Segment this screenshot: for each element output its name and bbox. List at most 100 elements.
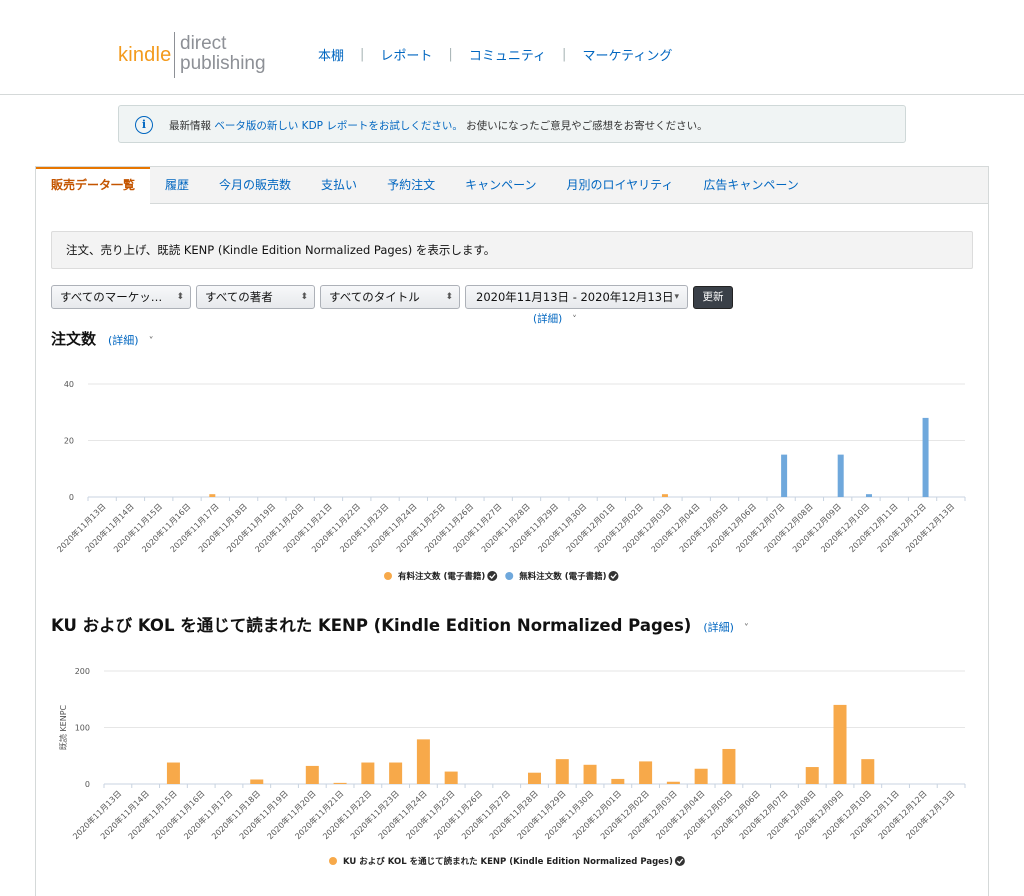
- bar: [444, 771, 458, 784]
- bar: [922, 417, 929, 497]
- x-tick-label: 2020年11月25日: [394, 501, 447, 554]
- x-tick-label: 2020年12月13日: [904, 788, 957, 841]
- bar: [722, 748, 736, 784]
- x-tick-label: 2020年12月13日: [903, 501, 956, 554]
- x-tick-label: 2020年12月12日: [876, 788, 929, 841]
- bar: [837, 454, 844, 497]
- x-tick-label: 2020年12月09日: [790, 501, 843, 554]
- x-tick-label: 2020年12月02日: [598, 788, 651, 841]
- bar: [250, 779, 264, 784]
- x-tick-label: 2020年12月07日: [734, 501, 787, 554]
- bar: [305, 765, 319, 784]
- bar: [833, 704, 847, 784]
- x-tick-label: 2020年11月19日: [237, 788, 290, 841]
- x-tick-label: 2020年12月10日: [819, 501, 872, 554]
- x-tick-label: 2020年11月21日: [293, 788, 346, 841]
- x-tick-label: 2020年12月02日: [592, 501, 645, 554]
- x-tick-label: 2020年12月01日: [570, 788, 623, 841]
- y-tick-label: 40: [64, 380, 74, 389]
- y-tick-label: 200: [75, 667, 90, 676]
- x-tick-label: 2020年12月11日: [848, 788, 901, 841]
- x-tick-label: 2020年11月18日: [209, 788, 262, 841]
- x-tick-label: 2020年11月26日: [432, 788, 485, 841]
- bar: [361, 762, 375, 784]
- x-tick-label: 2020年11月15日: [126, 788, 179, 841]
- x-tick-label: 2020年11月18日: [196, 501, 249, 554]
- y-tick-label: 20: [64, 437, 74, 446]
- x-tick-label: 2020年11月20日: [265, 788, 318, 841]
- x-tick-label: 2020年11月30日: [536, 501, 589, 554]
- x-tick-label: 2020年11月16日: [140, 501, 193, 554]
- bar: [639, 761, 653, 784]
- check-circle-bg: [674, 856, 685, 866]
- x-tick-label: 2020年11月21日: [281, 501, 334, 554]
- x-tick-label: 2020年11月26日: [422, 501, 475, 554]
- legend-swatch: [329, 857, 337, 865]
- legend-item: KU および KOL を通じて読まれた KENP (Kindle Edition…: [329, 856, 685, 867]
- x-tick-label: 2020年12月05日: [681, 788, 734, 841]
- charts-canvas: 020402020年11月13日2020年11月14日2020年11月15日20…: [55, 380, 966, 867]
- x-tick-label: 2020年11月28日: [487, 788, 540, 841]
- bar: [389, 762, 403, 784]
- bar: [555, 759, 569, 784]
- x-tick-label: 2020年11月20日: [253, 501, 306, 554]
- x-tick-label: 2020年11月14日: [83, 501, 136, 554]
- x-tick-label: 2020年11月30日: [543, 788, 596, 841]
- bar: [583, 764, 597, 784]
- bar: [865, 494, 872, 497]
- x-tick-label: 2020年11月14日: [98, 788, 151, 841]
- check-circle-icon: [674, 856, 685, 866]
- x-tick-label: 2020年11月29日: [507, 501, 560, 554]
- x-tick-label: 2020年11月22日: [309, 501, 362, 554]
- x-tick-label: 2020年11月17日: [182, 788, 235, 841]
- kenp-chart: 0 100 200 2020年11月13日2020年11月14日2020年11月15日…: [58, 667, 966, 867]
- x-tick-label: 2020年11月23日: [338, 501, 391, 554]
- x-tick-label: 2020年11月22日: [320, 788, 373, 841]
- legend-label: 有料注文数 (電子書籍): [398, 571, 485, 582]
- x-tick-label: 2020年11月17日: [168, 501, 221, 554]
- x-tick-label: 2020年12月08日: [762, 501, 815, 554]
- x-tick-label: 2020年11月27日: [451, 501, 504, 554]
- check-circle-bg: [608, 571, 619, 581]
- x-tick-label: 2020年12月06日: [709, 788, 762, 841]
- y-tick-label: 0: [85, 780, 90, 789]
- x-tick-label: 2020年11月13日: [70, 788, 123, 841]
- x-tick-label: 2020年12月01日: [564, 501, 617, 554]
- check-circle-icon: [608, 571, 619, 581]
- x-tick-label: 2020年11月19日: [224, 501, 277, 554]
- check-circle-icon: [487, 571, 498, 581]
- x-tick-label: 2020年11月28日: [479, 501, 532, 554]
- y-tick-label: 0: [69, 493, 74, 502]
- bar: [661, 494, 668, 497]
- bar: [209, 494, 216, 497]
- legend-label: 無料注文数 (電子書籍): [519, 571, 606, 582]
- x-tick-label: 2020年12月03日: [626, 788, 679, 841]
- x-tick-label: 2020年11月23日: [348, 788, 401, 841]
- x-tick-label: 2020年11月24日: [376, 788, 429, 841]
- legend-swatch: [384, 572, 392, 580]
- bar: [416, 739, 430, 784]
- x-tick-label: 2020年12月12日: [875, 501, 928, 554]
- legend-label: KU および KOL を通じて読まれた KENP (Kindle Edition…: [343, 856, 673, 867]
- check-circle-bg: [487, 571, 498, 581]
- bar: [861, 759, 875, 784]
- x-tick-label: 2020年12月05日: [677, 501, 730, 554]
- x-tick-label: 2020年12月04日: [649, 501, 702, 554]
- x-tick-label: 2020年12月09日: [793, 788, 846, 841]
- bar: [666, 781, 680, 784]
- x-tick-label: 2020年12月03日: [621, 501, 674, 554]
- x-tick-label: 2020年11月25日: [404, 788, 457, 841]
- x-tick-label: 2020年11月29日: [515, 788, 568, 841]
- bar: [611, 778, 625, 784]
- legend-swatch: [505, 572, 514, 580]
- x-tick-label: 2020年12月04日: [654, 788, 707, 841]
- legend-item: 有料注文数 (電子書籍): [384, 571, 498, 582]
- x-tick-label: 2020年11月27日: [459, 788, 512, 841]
- x-tick-label: 2020年11月16日: [154, 788, 207, 841]
- bar: [694, 768, 708, 784]
- x-tick-label: 2020年11月13日: [55, 501, 108, 554]
- x-tick-label: 2020年12月08日: [765, 788, 818, 841]
- x-tick-label: 2020年12月06日: [705, 501, 758, 554]
- x-tick-label: 2020年11月24日: [366, 501, 419, 554]
- x-tick-label: 2020年12月10日: [820, 788, 873, 841]
